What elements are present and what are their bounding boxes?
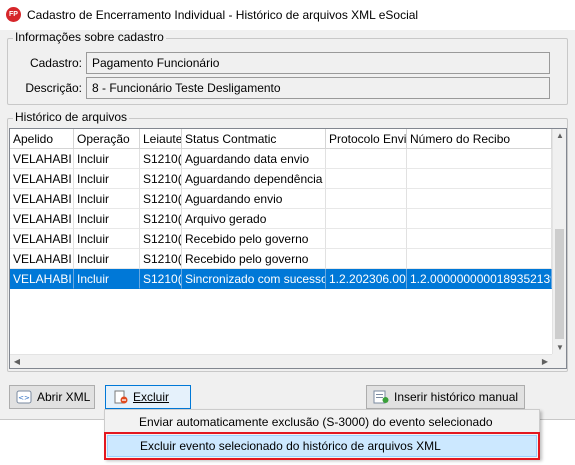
svg-text:<>: <> [18,394,30,402]
cell-protocolo [326,229,407,249]
cell-recibo: 1.2.0000000000189352139 [407,269,552,289]
vertical-scrollbar[interactable]: ▲ ▼ [552,129,566,355]
descricao-field: 8 - Funcionário Teste Desligamento [86,77,550,99]
cell-recibo [407,229,552,249]
cell-operacao: Incluir [74,149,140,169]
cell-apelido: VELAHABI [10,249,74,269]
scroll-down-icon[interactable]: ▼ [553,341,566,355]
cell-recibo [407,249,552,269]
scroll-corner [552,354,566,368]
grid-header: Apelido Operação Leiaute Status Contmati… [10,129,566,149]
history-grid[interactable]: Apelido Operação Leiaute Status Contmati… [9,128,567,369]
column-header-protocolo[interactable]: Protocolo Envio [326,129,407,149]
horizontal-scrollbar[interactable]: ◀ ▶ [10,354,552,368]
cell-operacao: Incluir [74,169,140,189]
cell-leiaute: S1210(F [140,149,182,169]
cell-recibo [407,169,552,189]
table-row[interactable]: VELAHABI Incluir S1210(F Arquivo gerado [10,209,552,229]
excluir-dropdown-menu: Enviar automaticamente exclusão (S-3000)… [104,409,540,460]
menu-item-excluir-evento[interactable]: Excluir evento selecionado do histórico … [104,432,540,460]
cell-operacao: Incluir [74,229,140,249]
cell-protocolo [326,189,407,209]
cell-leiaute: S1210(F [140,169,182,189]
table-row-selected[interactable]: VELAHABI Incluir S1210(F Sincronizado co… [10,269,552,289]
table-row[interactable]: VELAHABI Incluir S1210(F Aguardando envi… [10,189,552,209]
window-title: Cadastro de Encerramento Individual - Hi… [27,8,419,22]
cell-status: Recebido pelo governo [182,229,326,249]
cell-leiaute: S1210(F [140,229,182,249]
cell-apelido: VELAHABI [10,169,74,189]
excluir-label: Excluir [133,390,170,404]
excluir-button[interactable]: Excluir [105,385,191,409]
cell-leiaute: S1210(F [140,209,182,229]
cell-recibo [407,189,552,209]
cell-protocolo: 1.2.202306.0000 [326,269,407,289]
dialog-window: FP Cadastro de Encerramento Individual -… [0,0,575,420]
cell-leiaute: S1210(F [140,269,182,289]
insert-history-icon [373,390,389,404]
cell-operacao: Incluir [74,249,140,269]
cell-status: Aguardando dependência [182,169,326,189]
xml-file-icon: <> [16,390,32,404]
column-header-status[interactable]: Status Contmatic [182,129,326,149]
cadastro-label: Cadastro: [29,56,82,70]
table-row[interactable]: VELAHABI Incluir S1210(F Aguardando depe… [10,169,552,189]
cell-status: Recebido pelo governo [182,249,326,269]
cell-status: Arquivo gerado [182,209,326,229]
inserir-historico-label: Inserir histórico manual [394,390,519,404]
scroll-up-icon[interactable]: ▲ [553,129,566,143]
table-row[interactable]: VELAHABI Incluir S1210(F Recebido pelo g… [10,249,552,269]
cell-protocolo [326,209,407,229]
historico-group-title: Histórico de arquivos [13,110,130,124]
column-header-operacao[interactable]: Operação [74,129,140,149]
cell-status: Aguardando data envio [182,149,326,169]
table-row[interactable]: VELAHABI Incluir S1210(F Aguardando data… [10,149,552,169]
cell-protocolo [326,249,407,269]
cadastro-info-group-title: Informações sobre cadastro [13,30,166,44]
cell-recibo [407,149,552,169]
descricao-label: Descrição: [25,81,82,95]
cell-apelido: VELAHABI [10,269,74,289]
column-header-apelido[interactable]: Apelido [10,129,74,149]
cell-recibo [407,209,552,229]
cell-operacao: Incluir [74,189,140,209]
scroll-left-icon[interactable]: ◀ [10,355,24,368]
column-header-leiaute[interactable]: Leiaute [140,129,182,149]
cell-apelido: VELAHABI [10,229,74,249]
cell-protocolo [326,149,407,169]
cadastro-field: Pagamento Funcionário [86,52,550,74]
cell-apelido: VELAHABI [10,149,74,169]
cell-protocolo [326,169,407,189]
vertical-scroll-thumb[interactable] [555,229,564,339]
app-logo-icon: FP [6,7,21,22]
cell-operacao: Incluir [74,269,140,289]
scroll-right-icon[interactable]: ▶ [538,355,552,368]
cell-status: Aguardando envio [182,189,326,209]
abrir-xml-label: Abrir XML [37,390,91,404]
column-header-recibo[interactable]: Número do Recibo [407,129,552,149]
cell-operacao: Incluir [74,209,140,229]
table-row[interactable]: VELAHABI Incluir S1210(F Recebido pelo g… [10,229,552,249]
title-bar[interactable]: FP Cadastro de Encerramento Individual -… [0,0,575,30]
cell-status: Sincronizado com sucesso [182,269,326,289]
cell-apelido: VELAHABI [10,209,74,229]
inserir-historico-button[interactable]: Inserir histórico manual [366,385,525,409]
cell-leiaute: S1210(F [140,189,182,209]
delete-document-icon [112,390,128,404]
cell-leiaute: S1210(F [140,249,182,269]
menu-item-enviar-s3000[interactable]: Enviar automaticamente exclusão (S-3000)… [107,412,537,434]
abrir-xml-button[interactable]: <> Abrir XML [9,385,95,409]
cell-apelido: VELAHABI [10,189,74,209]
